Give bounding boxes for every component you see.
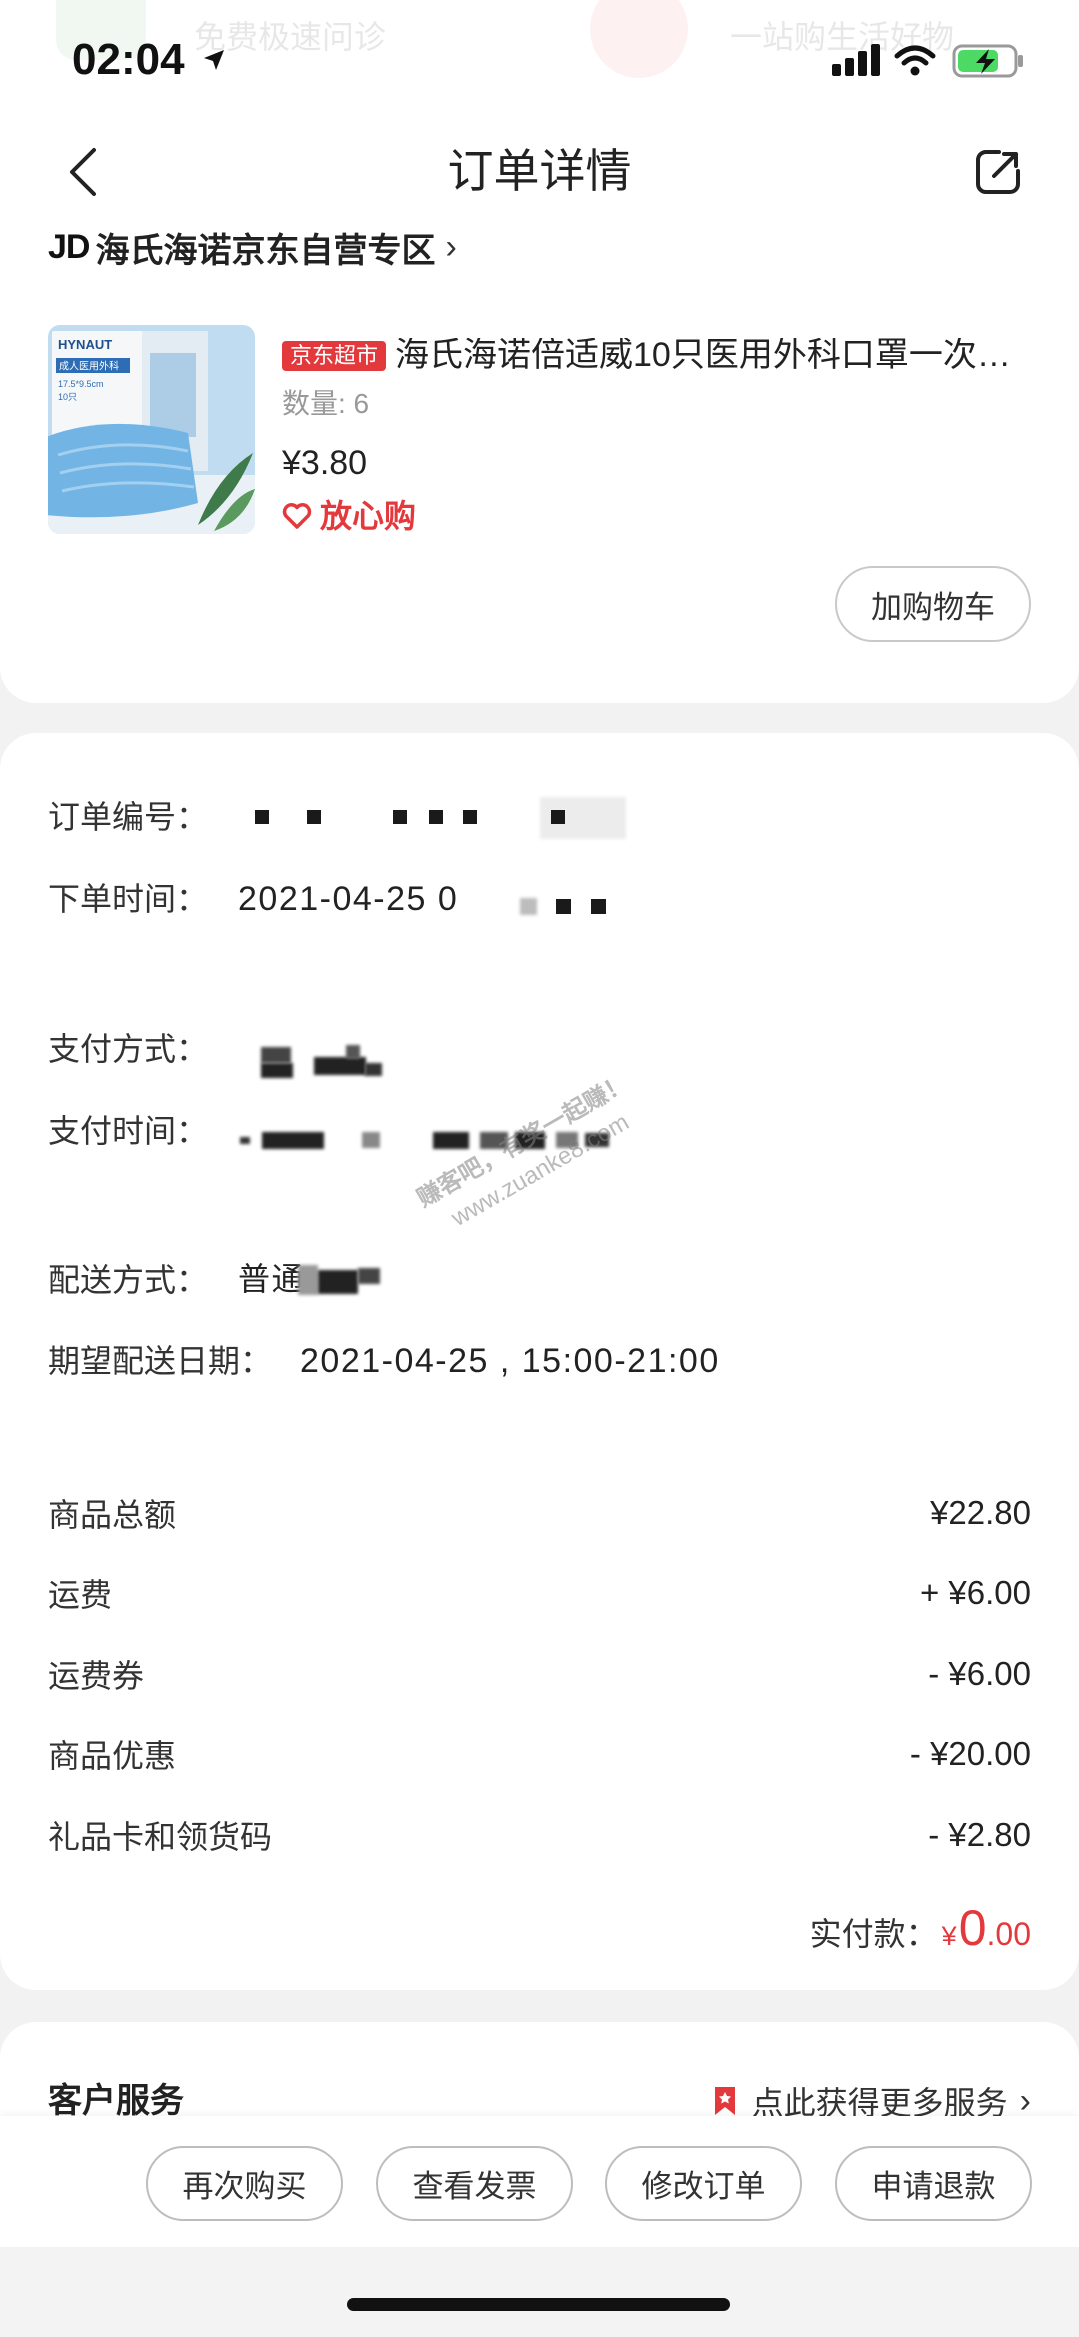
redaction-mark <box>362 1132 380 1148</box>
underlay-red-icon <box>590 0 688 78</box>
package-count-text: 10只 <box>58 392 77 402</box>
product-title[interactable]: 海氏海诺倍适威10只医用外科口罩一次… <box>395 338 1035 372</box>
redaction-mark <box>556 899 571 914</box>
redaction-mark <box>255 810 269 824</box>
summary-value: + ¥6.00 <box>919 1574 1031 1611</box>
redaction-mark <box>463 810 477 824</box>
store-name: 海氏海诺京东自营专区 <box>95 231 436 270</box>
expected-date-value: 2021-04-25 , 15:00-21:00 <box>300 1342 720 1380</box>
amount-paid-integer: 0 <box>958 1900 987 1956</box>
request-refund-button[interactable]: 申请退款 <box>835 2146 1032 2221</box>
summary-row: 礼品卡和领货码 - ¥2.80 <box>48 1815 1031 1855</box>
modify-order-button[interactable]: 修改订单 <box>605 2146 802 2221</box>
summary-row: 商品优惠 - ¥20.00 <box>48 1734 1031 1774</box>
redaction-mark <box>520 898 537 915</box>
redaction-mark <box>591 899 606 914</box>
more-services-chevron-icon: › <box>1019 2081 1031 2120</box>
redaction-mark <box>307 810 321 824</box>
product-quantity: 数量: 6 <box>282 388 370 419</box>
delivery-method-value: 普通 <box>238 1261 306 1297</box>
redaction-mark <box>551 810 565 824</box>
assurance-label: 放心购 <box>320 498 417 534</box>
status-time: 02:04 <box>72 35 185 84</box>
delivery-method-label: 配送方式： <box>48 1262 209 1298</box>
store-link[interactable]: JD 海氏海诺京东自营专区 › <box>48 226 457 270</box>
home-indicator-area <box>0 2247 1079 2337</box>
expected-date-label: 期望配送日期： <box>48 1343 273 1379</box>
order-info-card: 订单编号： 下单时间： 2021-04-25 0 支付方式： 支付时间： 配送方… <box>0 733 1079 1990</box>
buy-again-button[interactable]: 再次购买 <box>146 2146 343 2221</box>
summary-value: - ¥6.00 <box>928 1655 1031 1692</box>
summary-label: 商品优惠 <box>48 1738 177 1774</box>
redaction-mark <box>393 810 407 824</box>
amount-paid-currency: ¥ <box>941 1921 957 1951</box>
add-to-cart-button[interactable]: 加购物车 <box>835 566 1031 642</box>
package-label-text: 成人医用外科 <box>59 360 119 373</box>
heart-icon <box>282 503 312 529</box>
redaction-mark <box>261 1047 291 1063</box>
jd-supermarket-badge: 京东超市 <box>282 341 387 371</box>
amount-paid: 实付款： ¥ 0 .00 <box>810 1903 1031 1953</box>
redaction-mark <box>318 1270 358 1294</box>
product-price: ¥3.80 <box>282 444 368 482</box>
more-services-link[interactable]: 点此获得更多服务 › <box>712 2081 1031 2121</box>
redaction-mark <box>240 1137 250 1144</box>
wifi-icon <box>894 45 936 76</box>
pay-method-label: 支付方式： <box>48 1031 209 1067</box>
product-card: 免费极速问诊 一站购生活好物 02:04 订单详情 JD 海氏海诺京东自营专区 … <box>0 0 1079 703</box>
cellular-signal-icon <box>832 44 880 76</box>
location-arrow-icon <box>204 50 224 70</box>
summary-label: 运费券 <box>48 1658 145 1694</box>
view-invoice-button[interactable]: 查看发票 <box>376 2146 573 2221</box>
redaction-mark <box>314 1057 366 1075</box>
redaction-mark <box>261 1063 293 1078</box>
jd-logo: JD <box>48 227 90 266</box>
battery-charging-icon <box>952 44 1023 78</box>
summary-value: - ¥2.80 <box>928 1816 1031 1853</box>
amount-paid-label: 实付款： <box>809 1916 938 1952</box>
redaction-mark <box>365 1063 382 1076</box>
bookmark-icon <box>714 2087 735 2115</box>
summary-label: 运费 <box>48 1577 113 1613</box>
order-detail-screen: 免费极速问诊 一站购生活好物 02:04 订单详情 JD 海氏海诺京东自营专区 … <box>0 0 1079 2337</box>
summary-row: 商品总额 ¥22.80 <box>48 1493 1031 1533</box>
summary-label: 礼品卡和领货码 <box>48 1819 273 1855</box>
product-photo: HYNAUT 成人医用外科 17.5*9.5cm 10只 <box>48 325 255 534</box>
redaction-mark <box>429 810 443 824</box>
customer-service-title: 客户服务 <box>48 2082 184 2120</box>
order-time-value: 2021-04-25 0 <box>238 880 459 918</box>
order-number-label: 订单编号： <box>48 799 209 835</box>
summary-label: 商品总额 <box>48 1497 177 1533</box>
order-time-label: 下单时间： <box>48 881 209 917</box>
redaction-mark <box>262 1132 324 1149</box>
summary-value: - ¥20.00 <box>909 1735 1031 1772</box>
bottom-action-bar: 再次购买 查看发票 修改订单 申请退款 <box>0 2116 1079 2247</box>
package-brand-text: HYNAUT <box>58 337 112 352</box>
pay-time-label: 支付时间： <box>48 1113 209 1149</box>
product-image[interactable]: HYNAUT 成人医用外科 17.5*9.5cm 10只 <box>48 325 255 534</box>
summary-value: ¥22.80 <box>930 1494 1031 1531</box>
watermark: 赚客吧，有奖一起赚！ www.zuanke8.com <box>376 1047 687 1266</box>
summary-row: 运费券 - ¥6.00 <box>48 1654 1031 1694</box>
home-indicator[interactable] <box>347 2298 730 2311</box>
amount-paid-decimal: .00 <box>986 1916 1031 1952</box>
redaction-mark <box>298 1265 318 1295</box>
watermark-line-1: 赚客吧，有奖一起赚！ <box>412 1069 634 1213</box>
redaction-mark <box>358 1268 380 1284</box>
store-chevron-icon: › <box>445 227 457 266</box>
summary-row: 运费 + ¥6.00 <box>48 1573 1031 1613</box>
package-size-text: 17.5*9.5cm <box>58 379 104 389</box>
share-icon <box>976 150 1020 194</box>
redaction-mark <box>433 1132 469 1149</box>
redaction-mark <box>346 1045 360 1059</box>
page-title: 订单详情 <box>447 145 632 197</box>
share-button[interactable] <box>966 140 1030 204</box>
